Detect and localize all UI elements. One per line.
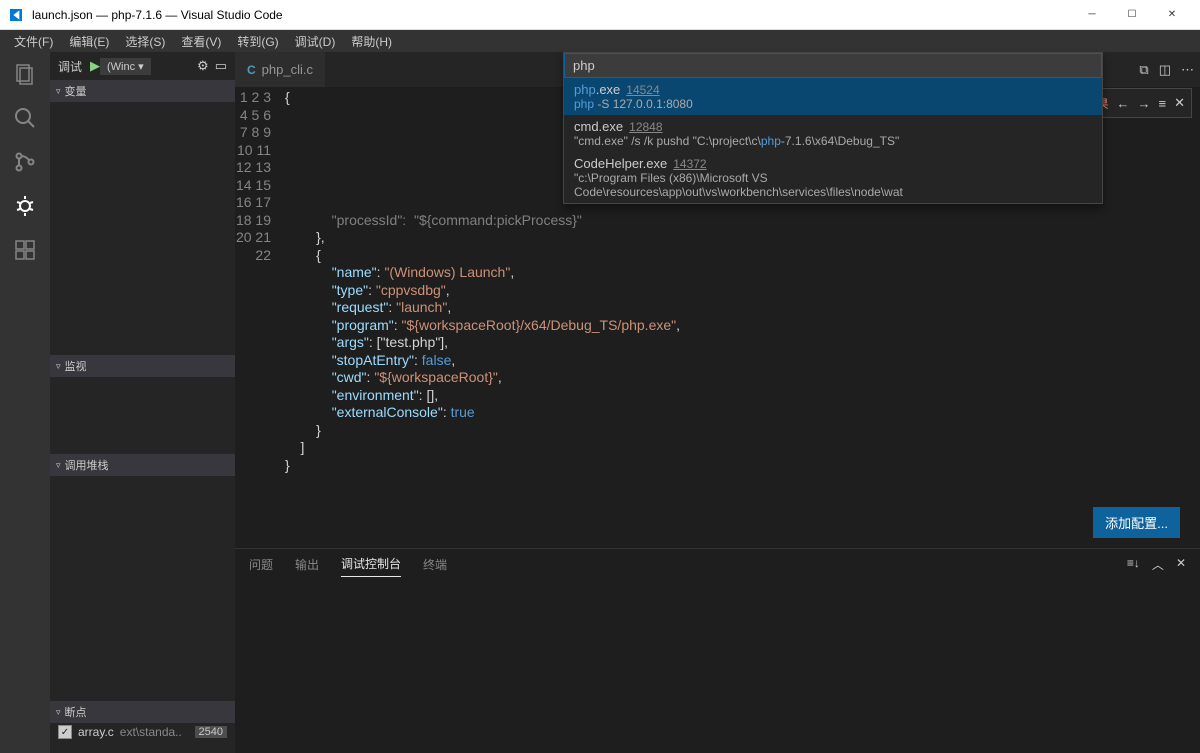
panel-collapse-icon[interactable]: ︿	[1152, 556, 1164, 573]
callstack-panel	[50, 476, 235, 701]
process-picker-input[interactable]	[564, 53, 1102, 78]
callstack-label: 调用堆栈	[65, 457, 109, 473]
process-item-cmd[interactable]: cmd.exe12848 "cmd.exe" /s /k pushd "C:\p…	[564, 115, 1102, 152]
callstack-panel-header[interactable]: ▿调用堆栈	[50, 454, 235, 476]
menu-debug[interactable]: 调试(D)	[287, 31, 344, 52]
extensions-icon[interactable]	[11, 236, 39, 264]
debug-sidebar: 调试 ▶ (Winc ▾ ⚙ ▭ ▿变量 ▿监视 ▿调用堆栈 ▿断点 ✓ arr…	[50, 52, 235, 753]
minimize-button[interactable]: ─	[1072, 1, 1112, 29]
start-debug-button[interactable]: ▶	[90, 58, 100, 74]
compare-icon[interactable]: ⧉	[1139, 62, 1148, 78]
tab-debug-console[interactable]: 调试控制台	[341, 551, 401, 577]
breakpoints-panel: ✓ array.c ext\standa.. 2540	[50, 723, 235, 741]
find-close-icon[interactable]: ✕	[1174, 95, 1185, 111]
breakpoint-row[interactable]: ✓ array.c ext\standa.. 2540	[50, 723, 235, 741]
more-icon[interactable]: ⋯	[1181, 62, 1194, 78]
breakpoint-file: array.c	[78, 725, 114, 739]
close-button[interactable]: ✕	[1152, 1, 1192, 29]
menu-help[interactable]: 帮助(H)	[343, 31, 400, 52]
variables-panel	[50, 102, 235, 355]
breakpoint-path: ext\standa..	[120, 725, 189, 739]
find-selection-icon[interactable]: ≡	[1159, 96, 1167, 111]
tab-terminal[interactable]: 终端	[423, 552, 447, 577]
title-bar: launch.json — php-7.1.6 — Visual Studio …	[0, 0, 1200, 30]
menu-select[interactable]: 选择(S)	[117, 31, 173, 52]
window-title: launch.json — php-7.1.6 — Visual Studio …	[32, 8, 1072, 22]
activity-bar	[0, 52, 50, 753]
tab-php-cli[interactable]: C php_cli.c	[235, 52, 325, 87]
breakpoints-label: 断点	[65, 704, 87, 720]
breakpoint-line: 2540	[195, 726, 227, 738]
source-control-icon[interactable]	[11, 148, 39, 176]
debug-icon[interactable]	[11, 192, 39, 220]
tab-output[interactable]: 输出	[295, 552, 319, 577]
tab-label: php_cli.c	[262, 62, 313, 77]
process-item-codehelper[interactable]: CodeHelper.exe14372 "c:\Program Files (x…	[564, 152, 1102, 203]
explorer-icon[interactable]	[11, 60, 39, 88]
tabbar-actions: ⧉ ◫ ⋯	[1139, 52, 1194, 87]
debug-label: 调试	[58, 58, 82, 75]
watch-label: 监视	[65, 358, 87, 374]
process-item-php[interactable]: php.exe14524 php -S 127.0.0.1:8080	[564, 78, 1102, 115]
add-config-button[interactable]: 添加配置...	[1093, 507, 1180, 538]
find-next-icon[interactable]: →	[1138, 96, 1151, 111]
debug-toolbar: 调试 ▶ (Winc ▾ ⚙ ▭	[50, 52, 235, 80]
process-picker-list: php.exe14524 php -S 127.0.0.1:8080 cmd.e…	[564, 78, 1102, 203]
debug-console-toggle-icon[interactable]: ▭	[215, 58, 227, 74]
breakpoint-checkbox[interactable]: ✓	[58, 725, 72, 739]
menu-file[interactable]: 文件(F)	[6, 31, 61, 52]
line-gutter: 1 2 3 4 5 6 7 8 9 10 11 12 13 14 15 16 1…	[235, 87, 285, 548]
bottom-panel: 问题 输出 调试控制台 终端 ≡↓ ︿ ✕	[235, 548, 1200, 753]
bottom-panel-tabs: 问题 输出 调试控制台 终端 ≡↓ ︿ ✕	[235, 549, 1200, 579]
menu-goto[interactable]: 转到(G)	[229, 31, 286, 52]
search-icon[interactable]	[11, 104, 39, 132]
menu-bar: 文件(F) 编辑(E) 选择(S) 查看(V) 转到(G) 调试(D) 帮助(H…	[0, 30, 1200, 52]
tab-problems[interactable]: 问题	[249, 552, 273, 577]
panel-clear-icon[interactable]: ≡↓	[1127, 556, 1140, 573]
variables-panel-header[interactable]: ▿变量	[50, 80, 235, 102]
editor-zone: C php_cli.c ⧉ ◫ ⋯ php.exe14524 php -S 12…	[235, 52, 1200, 753]
vscode-icon	[8, 7, 24, 23]
split-editor-icon[interactable]: ◫	[1159, 62, 1171, 78]
variables-label: 变量	[65, 83, 87, 99]
panel-close-icon[interactable]: ✕	[1176, 556, 1186, 573]
maximize-button[interactable]: ☐	[1112, 1, 1152, 29]
menu-edit[interactable]: 编辑(E)	[61, 31, 117, 52]
debug-config-select[interactable]: (Winc ▾	[100, 58, 151, 75]
gear-icon[interactable]: ⚙	[197, 58, 209, 74]
c-file-icon: C	[247, 63, 256, 77]
menu-view[interactable]: 查看(V)	[173, 31, 229, 52]
watch-panel-header[interactable]: ▿监视	[50, 355, 235, 377]
breakpoints-panel-header[interactable]: ▿断点	[50, 701, 235, 723]
find-prev-icon[interactable]: ←	[1117, 96, 1130, 111]
process-picker: php.exe14524 php -S 127.0.0.1:8080 cmd.e…	[563, 52, 1103, 204]
watch-panel	[50, 377, 235, 454]
